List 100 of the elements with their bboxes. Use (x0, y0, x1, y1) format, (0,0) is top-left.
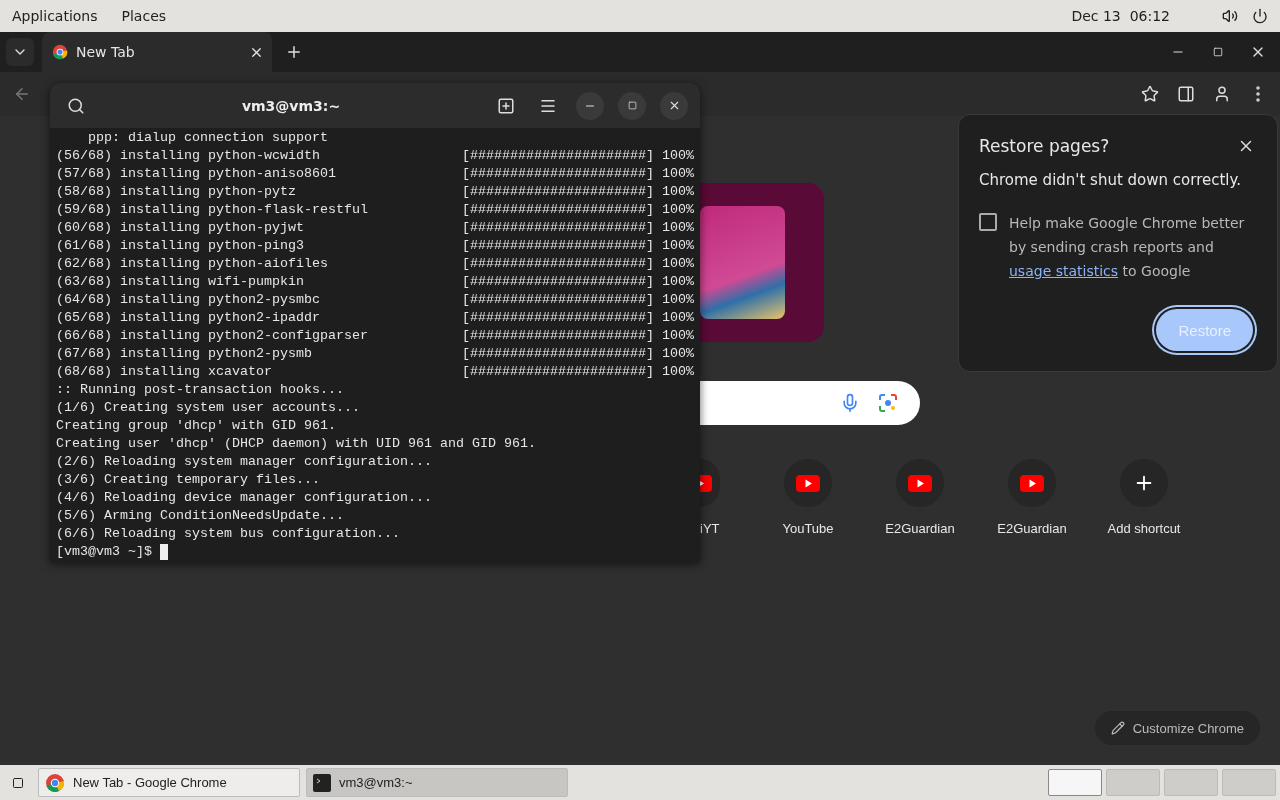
percent-text: 100% (662, 291, 694, 309)
terminal-line: (67/68) installing python2-pysmb (56, 345, 313, 363)
side-panel-icon (1177, 85, 1195, 103)
terminal-icon (313, 773, 331, 792)
terminal-line: :: Running post-transaction hooks... (56, 381, 344, 399)
terminal-line: (62/68) installing python-aiofiles (56, 255, 329, 273)
video-play-icon (700, 474, 712, 492)
shortcut-label[interactable]: Add shortcut (1107, 521, 1181, 536)
shortcut-tile[interactable] (1120, 459, 1168, 507)
percent-text: 100% (662, 363, 694, 381)
progress-text: [######################] (462, 255, 654, 273)
terminal-line: (66/68) installing python2-configparser (56, 327, 369, 345)
doodle-card[interactable] (700, 183, 824, 342)
clock[interactable]: Dec 13 06:12 (1071, 8, 1170, 24)
percent-text: 100% (662, 327, 694, 345)
chrome-logo-icon (52, 44, 68, 60)
window-title: vm3@vm3:~ (240, 97, 342, 114)
maximize-icon (1213, 47, 1223, 57)
shortcut-label[interactable]: iYT (700, 521, 720, 536)
search-field[interactable] (700, 381, 920, 425)
shortcut-label[interactable]: YouTube (782, 521, 834, 536)
power-icon[interactable] (1252, 8, 1268, 24)
shortcut-tile[interactable] (700, 459, 720, 507)
terminal-line: Creating group 'dhcp' with GID 961. (56, 417, 336, 435)
dialog-title: Restore pages? (979, 136, 1110, 156)
maximize-icon (627, 101, 637, 110)
progress-text: [######################] (462, 201, 654, 219)
video-play-icon (908, 474, 932, 492)
shortcut-tile[interactable] (784, 459, 832, 507)
browser-tab[interactable]: New Tab (42, 32, 272, 72)
checkbox-label: Help make Google Chrome better by sending crash reports and usage statistics to Google (1009, 214, 1246, 281)
terminal-line: (2/6) Reloading system manager configuration... (56, 453, 432, 471)
workspace-button[interactable] (1048, 769, 1102, 796)
video-play-icon (796, 474, 820, 492)
progress-text: [######################] (462, 363, 654, 381)
percent-text: 100% (662, 201, 694, 219)
terminal-line: (4/6) Reloading device manager configuration... (56, 489, 432, 507)
customize-chrome-button[interactable]: Customize Chrome (1094, 711, 1260, 745)
shortcut-tile[interactable] (1008, 459, 1056, 507)
plus-square-icon (497, 96, 515, 115)
progress-text: [######################] (462, 291, 654, 309)
maximize-button[interactable] (618, 91, 646, 120)
percent-text: 100% (662, 219, 694, 237)
person-icon (1213, 85, 1231, 103)
text-cursor (160, 544, 168, 560)
checkbox[interactable] (979, 213, 997, 231)
tab-list-button[interactable] (6, 38, 34, 66)
terminal-line: (3/6) Creating temporary files... (56, 471, 320, 489)
progress-text: [######################] (462, 309, 654, 327)
shell-prompt: [vm3@vm3 ~]$ (56, 543, 152, 561)
terminal-line: (57/68) installing python-aniso8601 (56, 165, 337, 183)
progress-text: [######################] (462, 165, 654, 183)
percent-text: 100% (662, 345, 694, 363)
taskbar-button[interactable]: New Tab - Google Chrome (38, 768, 300, 797)
taskbar-button[interactable]: vm3@vm3:~ (306, 768, 568, 797)
percent-text: 100% (662, 165, 694, 183)
camera-lens-icon[interactable] (878, 393, 898, 413)
more-dots-icon (1256, 86, 1260, 102)
terminal-line: (59/68) installing python-flask-restful (56, 201, 369, 219)
top-menu[interactable]: Applications (12, 8, 98, 24)
progress-text: [######################] (462, 183, 654, 201)
percent-text: 100% (662, 237, 694, 255)
progress-text: [######################] (462, 237, 654, 255)
terminal-line: (64/68) installing python2-pysmbc (56, 291, 321, 309)
terminal-line: (63/68) installing wifi-pumpkin (56, 273, 305, 291)
progress-text: [######################] (462, 273, 654, 291)
percent-text: 100% (662, 309, 694, 327)
chrome-logo-icon (45, 772, 65, 793)
terminal-line: (6/6) Reloading system bus configuration... (56, 525, 400, 543)
percent-text: 100% (662, 255, 694, 273)
shortcut-label[interactable]: E2Guardian (997, 521, 1067, 536)
top-menu[interactable]: Places (121, 8, 167, 24)
terminal-line: (56/68) installing python-wcwidth (56, 147, 321, 165)
terminal-line: (5/6) Arming ConditionNeedsUpdate... (56, 507, 344, 525)
usage-statistics-link[interactable]: usage statistics (1009, 263, 1119, 279)
terminal-line: (61/68) installing python-ping3 (56, 237, 305, 255)
percent-text: 100% (662, 183, 694, 201)
terminal-line: (68/68) installing xcavator (56, 363, 273, 381)
percent-text: 100% (662, 273, 694, 291)
terminal-line: (58/68) installing python-pytz (56, 183, 297, 201)
shortcut-tile[interactable] (896, 459, 944, 507)
video-play-icon (1020, 474, 1044, 492)
progress-text: [######################] (462, 345, 654, 363)
microphone-icon[interactable] (840, 393, 860, 413)
pencil-icon (1110, 721, 1125, 735)
shortcut-label[interactable]: E2Guardian (885, 521, 955, 536)
progress-text: [######################] (462, 219, 654, 237)
terminal-line: (1/6) Creating system user accounts... (56, 399, 360, 417)
plus-icon (285, 43, 303, 61)
progress-text: [######################] (462, 327, 654, 345)
terminal-line: (60/68) installing python-pyjwt (56, 219, 305, 237)
terminal-line: ppp: dialup connection support (87, 129, 328, 147)
volume-icon[interactable] (1222, 8, 1238, 24)
progress-text: [######################] (462, 147, 654, 165)
percent-text: 100% (662, 147, 694, 165)
dialog-message: Chrome didn't shut down correctly. (979, 171, 1242, 189)
search-icon (67, 96, 85, 115)
terminal-line: (65/68) installing python2-ipaddr (56, 309, 321, 327)
terminal-line: Creating user 'dhcp' (DHCP daemon) with UID 961 and GID 961. (56, 435, 536, 453)
star-icon (1141, 85, 1159, 103)
